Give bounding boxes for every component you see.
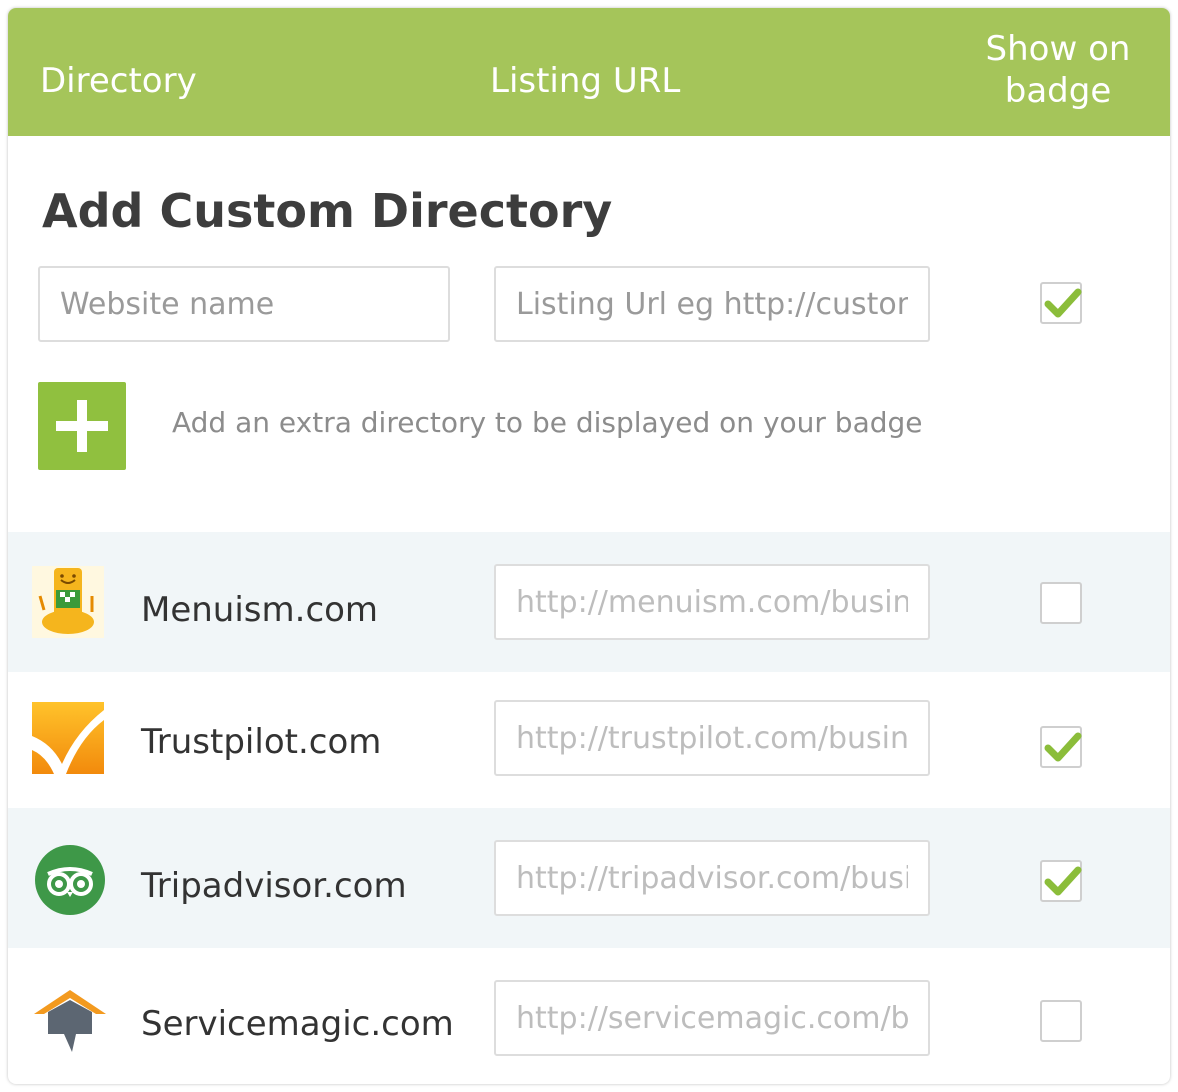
listing-url-input[interactable] bbox=[494, 266, 930, 342]
tripadvisor-owl-logo bbox=[35, 845, 105, 915]
directory-row-tripadvisor: Tripadvisor.com bbox=[8, 808, 1170, 948]
checkmark-icon bbox=[1044, 288, 1082, 318]
directory-row-menuism: Menuism.com bbox=[8, 532, 1170, 672]
listing-url-field[interactable] bbox=[494, 700, 930, 776]
column-header-show-on-badge: Show on badge bbox=[978, 28, 1138, 112]
add-directory-button[interactable] bbox=[38, 382, 126, 470]
table-header: Directory Listing URL Show on badge bbox=[8, 8, 1170, 136]
show-on-badge-checkbox[interactable] bbox=[1040, 726, 1082, 768]
add-directory-hint: Add an extra directory to be displayed o… bbox=[172, 406, 923, 439]
column-header-show-line2: badge bbox=[1004, 71, 1112, 111]
servicemagic-logo bbox=[34, 990, 106, 1052]
directory-row-servicemagic: Servicemagic.com bbox=[8, 948, 1170, 1084]
show-on-badge-checkbox[interactable] bbox=[1040, 1000, 1082, 1042]
directory-name: Servicemagic.com bbox=[141, 1004, 454, 1044]
custom-show-checkbox[interactable] bbox=[1040, 282, 1082, 324]
listing-url-field[interactable] bbox=[494, 840, 930, 916]
listing-url-field[interactable] bbox=[494, 980, 930, 1056]
website-name-input[interactable] bbox=[38, 266, 450, 342]
trustpilot-logo bbox=[32, 702, 104, 774]
section-title: Add Custom Directory bbox=[42, 184, 613, 238]
checkmark-icon bbox=[1044, 732, 1082, 762]
directory-name: Trustpilot.com bbox=[141, 722, 382, 762]
column-header-directory: Directory bbox=[40, 61, 197, 101]
menuism-logo bbox=[32, 566, 104, 638]
directory-row-trustpilot: Trustpilot.com bbox=[8, 672, 1170, 808]
plus-icon bbox=[56, 400, 108, 452]
directory-name: Menuism.com bbox=[141, 590, 379, 630]
show-on-badge-checkbox[interactable] bbox=[1040, 582, 1082, 624]
show-on-badge-checkbox[interactable] bbox=[1040, 860, 1082, 902]
directory-name: Tripadvisor.com bbox=[141, 866, 407, 906]
column-header-show-line1: Show on bbox=[985, 29, 1131, 69]
column-header-listing-url: Listing URL bbox=[490, 61, 681, 101]
listing-url-field[interactable] bbox=[494, 564, 930, 640]
checkmark-icon bbox=[1044, 866, 1082, 896]
directory-settings-card: Directory Listing URL Show on badge Add … bbox=[8, 8, 1170, 1084]
